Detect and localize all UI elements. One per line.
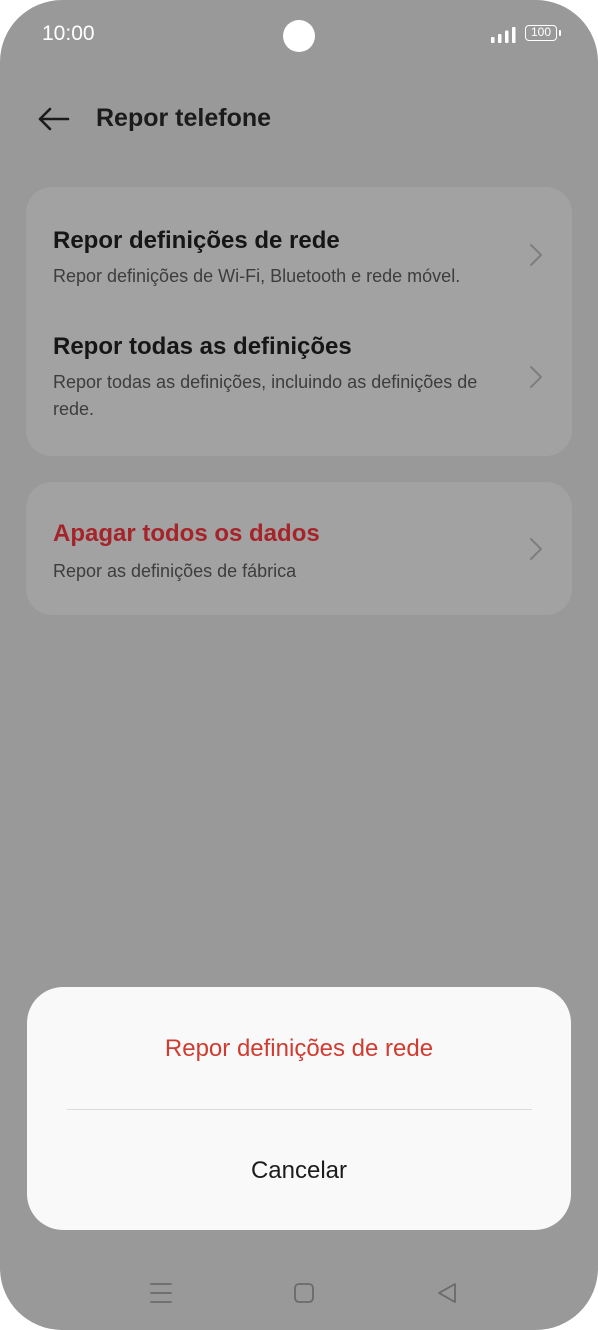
status-time: 10:00 [42,22,95,45]
phone-screen: 10:00 100 Repor telefone Repor definiçõe… [0,0,598,1330]
back-triangle-icon[interactable] [434,1280,460,1306]
sheet-divider [67,1109,532,1110]
arrow-left-icon[interactable] [34,102,74,136]
menu-icon[interactable] [148,1280,174,1306]
option-reset-network[interactable]: Repor definições de rede Repor definiçõe… [26,187,572,291]
status-bar: 10:00 100 [0,0,598,72]
option-erase-all-data[interactable]: Apagar todos os dados Repor as definiçõe… [26,482,572,615]
camera-cutout [283,20,315,52]
option-reset-all-settings[interactable]: Repor todas as definições Repor todas as… [26,291,572,456]
page-title: Repor telefone [96,104,272,132]
option-title: Repor definições de rede [53,227,340,254]
cancel-button[interactable]: Cancelar [27,1157,571,1185]
chevron-right-icon [530,366,542,388]
option-subtitle: Repor todas as definições, incluindo as … [53,372,478,419]
confirmation-bottom-sheet: Repor definições de rede Cancelar [27,987,571,1230]
battery-icon: 100 [525,25,561,41]
confirm-reset-network-button[interactable]: Repor definições de rede [27,1035,571,1063]
home-icon[interactable] [291,1280,317,1306]
chevron-right-icon [530,538,542,560]
option-subtitle: Repor as definições de fábrica [53,561,297,581]
chevron-right-icon [530,244,542,266]
top-app-bar: Repor telefone [0,92,598,148]
option-subtitle: Repor definições de Wi-Fi, Bluetooth e r… [53,266,461,286]
erase-data-card: Apagar todos os dados Repor as definiçõe… [26,482,572,615]
option-title: Repor todas as definições [53,333,352,360]
system-nav-bar [0,1262,598,1322]
reset-options-card: Repor definições de rede Repor definiçõe… [26,187,572,456]
option-title: Apagar todos os dados [53,520,320,547]
signal-icon [491,27,516,43]
